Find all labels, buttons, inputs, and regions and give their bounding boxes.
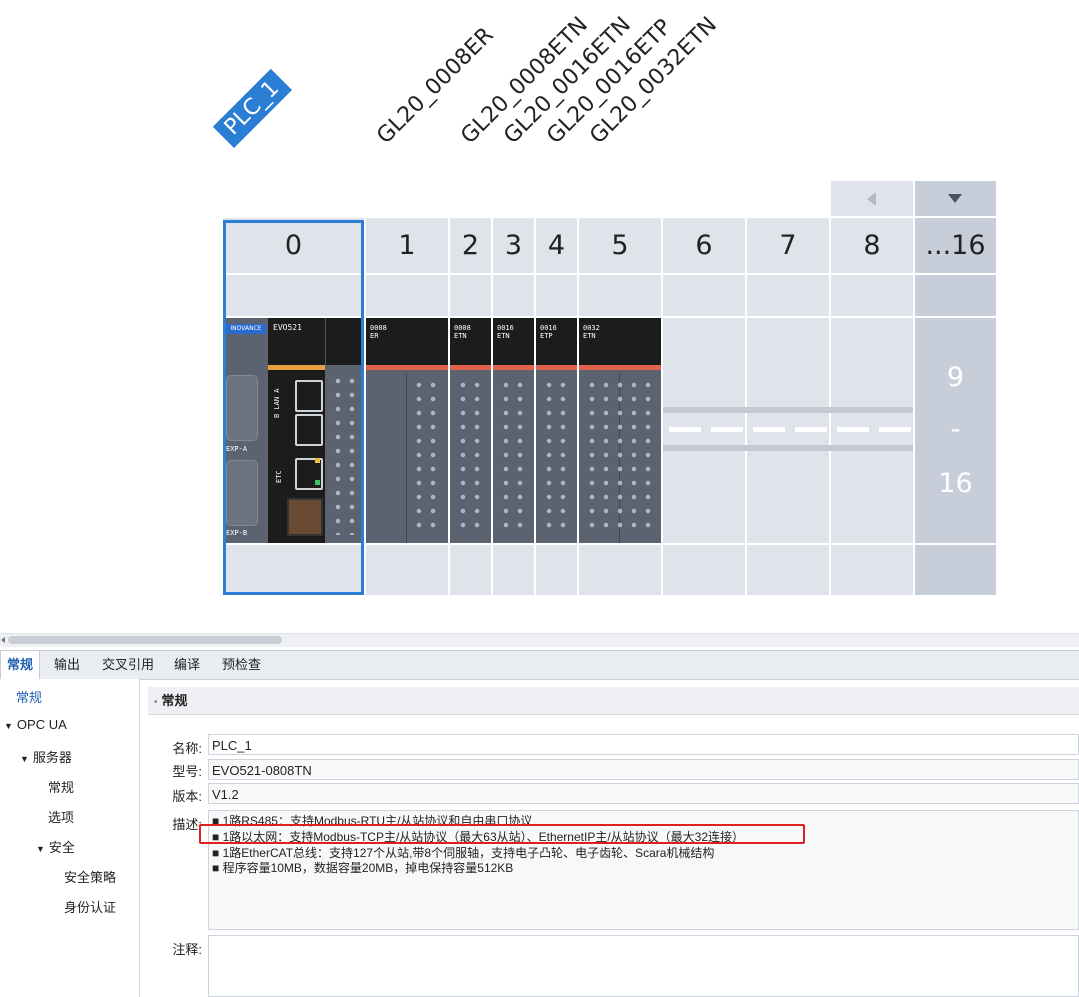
- model-label: 型号:: [172, 764, 202, 779]
- rack-expand-button[interactable]: [915, 181, 996, 216]
- slot-row4-6: [663, 545, 745, 595]
- scrollbar-thumb[interactable]: [8, 636, 282, 644]
- slot-row2-4: [536, 275, 577, 316]
- sidebar-item-options[interactable]: 选项: [48, 807, 74, 826]
- sidebar-item-authentication[interactable]: 身份认证: [64, 897, 116, 916]
- tab-general[interactable]: 常规: [0, 651, 41, 679]
- slot-row2-9: [915, 275, 996, 316]
- slot-row4-4: [536, 545, 577, 595]
- rack-prev-button[interactable]: [831, 181, 913, 216]
- name-field[interactable]: PLC_1: [208, 734, 1079, 755]
- section-header[interactable]: • 常规: [148, 687, 1079, 715]
- slot-number: 7: [779, 230, 797, 261]
- tab-precheck[interactable]: 预检查: [216, 651, 267, 679]
- name-label: 名称:: [172, 741, 202, 756]
- slot-number: 3: [504, 230, 523, 261]
- version-field: V1.2: [208, 783, 1079, 804]
- highlight-annotation-box: [199, 824, 805, 844]
- slot-number: 2: [461, 230, 480, 261]
- selected-slot-outline: [223, 220, 364, 595]
- tab-compile[interactable]: 编译: [168, 651, 206, 679]
- slot-number: ...16: [925, 230, 986, 261]
- chevron-down-icon: ▼: [4, 721, 13, 731]
- module-head: 0008 ER: [366, 318, 448, 365]
- chevron-down-icon: ▼: [20, 754, 29, 764]
- slot-row4-7: [747, 545, 829, 595]
- sidebar-item-general[interactable]: 常规: [16, 687, 42, 706]
- module-head: 0032 ETN: [579, 318, 661, 365]
- slot-header-3[interactable]: 3: [493, 218, 534, 273]
- slot-row2-1: [366, 275, 448, 316]
- slot-header-7[interactable]: 7: [747, 218, 829, 273]
- slot-header-1[interactable]: 1: [366, 218, 448, 273]
- io-module-1[interactable]: 0008 ER: [366, 318, 448, 543]
- scroll-left-icon[interactable]: [1, 637, 5, 643]
- empty-bus-dashes: [669, 427, 913, 432]
- rack-view: 0 1 2 3 4 5 6 7 8 ...16 INOVANCE EVO521 …: [223, 181, 996, 595]
- slot-header-5[interactable]: 5: [579, 218, 661, 273]
- range-start: 9: [946, 362, 965, 393]
- slot-number: 8: [863, 230, 881, 261]
- sidebar-item-server-general[interactable]: 常规: [48, 777, 74, 796]
- tab-cross-reference[interactable]: 交叉引用: [96, 651, 160, 679]
- module-head: 0016 ETP: [536, 318, 577, 365]
- version-label: 版本:: [172, 789, 202, 804]
- range-separator: -: [950, 414, 961, 445]
- horizontal-scrollbar[interactable]: [0, 633, 1079, 647]
- range-end: 16: [938, 468, 973, 499]
- properties-tab-bar: 常规 输出 交叉引用 编译 预检查: [0, 650, 1079, 680]
- sidebar-item-security[interactable]: ▼ 安全: [36, 837, 75, 856]
- triangle-left-icon: [867, 192, 876, 206]
- io-module-5[interactable]: 0032 ETN: [579, 318, 661, 543]
- triangle-down-icon: [948, 194, 962, 203]
- slot-row4-9: [915, 545, 996, 595]
- empty-bus-rail: [663, 407, 913, 413]
- slot-row2-3: [493, 275, 534, 316]
- slot-row2-7: [747, 275, 829, 316]
- slot-row4-3: [493, 545, 534, 595]
- module-head: 0016 ETN: [493, 318, 534, 365]
- description-label: 描述:: [172, 817, 202, 832]
- slot-number: 6: [695, 230, 713, 261]
- slot-header-4[interactable]: 4: [536, 218, 577, 273]
- slot-row4-1: [366, 545, 448, 595]
- slot-header-6[interactable]: 6: [663, 218, 745, 273]
- io-module-4[interactable]: 0016 ETP: [536, 318, 577, 543]
- section-title: 常规: [161, 693, 188, 708]
- sidebar-item-opcua[interactable]: ▼ OPC UA: [4, 717, 67, 732]
- sidebar-item-server[interactable]: ▼ 服务器: [20, 747, 72, 766]
- slot-header-9-16[interactable]: ...16: [915, 218, 996, 273]
- slot-number: 5: [611, 230, 629, 261]
- sidebar-item-security-policy[interactable]: 安全策略: [64, 867, 116, 886]
- properties-sidebar: 常规 ▼ OPC UA ▼ 服务器 常规 选项 ▼ 安全 安全策略 身份认证: [0, 679, 140, 997]
- bullet-icon: •: [154, 697, 158, 708]
- tab-output[interactable]: 输出: [48, 651, 86, 679]
- note-textarea[interactable]: [208, 935, 1079, 997]
- description-line: ■ 程序容量10MB，数据容量20MB，掉电保持容量512KB: [212, 861, 514, 875]
- slot-header-2[interactable]: 2: [450, 218, 491, 273]
- io-module-3[interactable]: 0016 ETN: [493, 318, 534, 543]
- slot-row4-5: [579, 545, 661, 595]
- slot-row2-6: [663, 275, 745, 316]
- slot-row2-5: [579, 275, 661, 316]
- module-head: 0008 ETN: [450, 318, 491, 365]
- slot-header-8[interactable]: 8: [831, 218, 913, 273]
- empty-bus-rail: [663, 445, 913, 451]
- plc-name-badge[interactable]: PLC_1: [212, 68, 292, 148]
- slot-row2-2: [450, 275, 491, 316]
- model-field: EVO521-0808TN: [208, 759, 1079, 780]
- slot-number: 4: [547, 230, 566, 261]
- slot-row4-2: [450, 545, 491, 595]
- slot-row2-8: [831, 275, 913, 316]
- slot-range-9-16[interactable]: 9 - 16: [915, 318, 996, 543]
- io-module-2[interactable]: 0008 ETN: [450, 318, 491, 543]
- slot-row4-8: [831, 545, 913, 595]
- note-label: 注释:: [172, 942, 202, 957]
- chevron-down-icon: ▼: [36, 844, 45, 854]
- slot-number: 1: [398, 230, 416, 261]
